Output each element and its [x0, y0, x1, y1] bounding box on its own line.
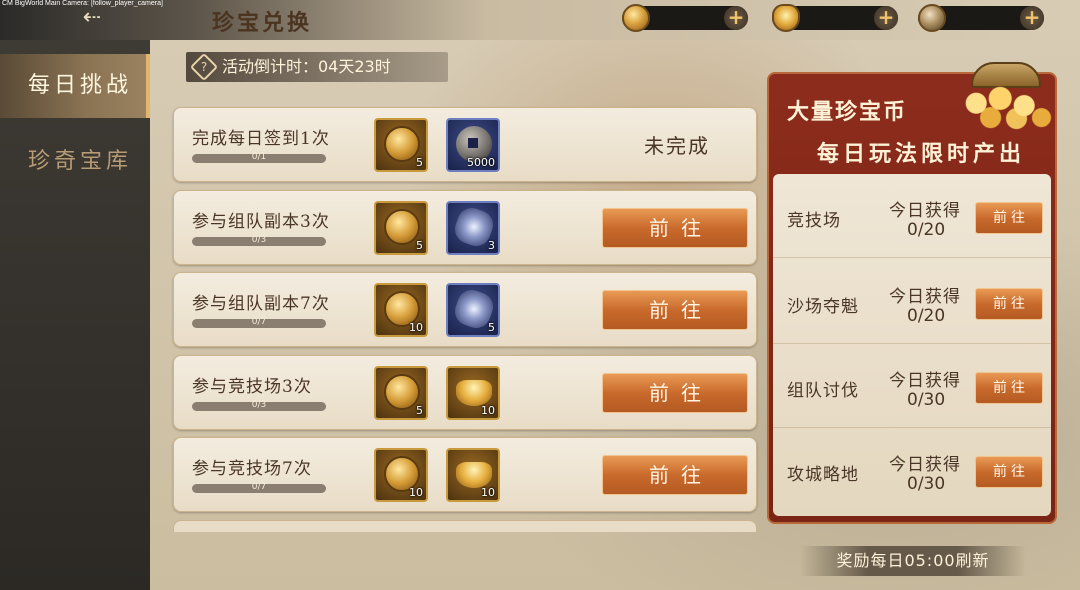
today-earned-count: 0/30 [907, 474, 946, 494]
go-button[interactable]: 前往 [975, 456, 1043, 488]
source-name: 组队讨伐 [787, 381, 859, 401]
source-name: 沙场夺魁 [787, 297, 859, 317]
reward-quantity: 10 [481, 404, 495, 417]
go-button[interactable]: 前往 [602, 290, 748, 330]
reward-slot[interactable]: 5 [374, 118, 428, 172]
page-title: 珍宝兑换 [212, 10, 313, 36]
currency-ancient-coin: + [918, 4, 1044, 32]
task-progress-text: 0/1 [251, 152, 267, 162]
task-name: 参与组队副本7次 [192, 294, 330, 314]
reward-quantity: 5000 [467, 156, 495, 169]
reward-quantity: 3 [488, 239, 495, 252]
ancient-coin-icon [918, 4, 946, 32]
today-earned-count: 0/20 [907, 306, 946, 326]
task-status: 未完成 [644, 134, 710, 158]
task-progress-text: 0/7 [251, 482, 267, 492]
reward-slot[interactable]: 10 [374, 448, 428, 502]
refresh-notice: 奖励每日05:00刷新 [800, 546, 1026, 576]
task-row: 参与组队副本7次 0/7 10 5 前往 [173, 272, 757, 347]
event-countdown: ? 活动倒计时：04天23时 [186, 52, 448, 82]
reward-slot[interactable]: 10 [374, 283, 428, 337]
add-ancient-coin-button[interactable]: + [1020, 6, 1044, 30]
reward-slot[interactable]: 5 [374, 366, 428, 420]
tab-rare-treasury[interactable]: 珍奇宝库 [0, 130, 150, 194]
source-name: 攻城略地 [787, 465, 859, 485]
task-progress-text: 0/3 [251, 400, 267, 410]
countdown-text: 活动倒计时：04天23时 [222, 57, 391, 76]
task-row: 参与组队副本3次 0/3 5 3 前往 [173, 190, 757, 265]
go-button[interactable]: 前往 [975, 202, 1043, 234]
reward-quantity: 5 [416, 156, 423, 169]
task-progress-text: 0/7 [251, 317, 267, 327]
debug-label: CM BigWorld Main Camera: [follow_player_… [2, 0, 163, 7]
sidebar: 每日挑战 珍奇宝库 [0, 40, 150, 590]
reward-slot[interactable]: 5 [446, 283, 500, 337]
task-row: 参与竞技场3次 0/3 5 10 前往 [173, 355, 757, 430]
task-name: 参与竞技场3次 [192, 377, 312, 397]
reward-slot[interactable]: 10 [446, 448, 500, 502]
treasure-chest-icon [957, 62, 1053, 132]
task-name: 参与竞技场7次 [192, 459, 312, 479]
task-row: 参与竞技场7次 0/7 10 10 前往 [173, 437, 757, 512]
today-earned-label: 今日获得 [889, 371, 961, 391]
today-earned-label: 今日获得 [889, 201, 961, 221]
source-name: 竞技场 [787, 211, 841, 231]
reward-slot[interactable]: 5 [374, 201, 428, 255]
reward-quantity: 5 [416, 239, 423, 252]
go-button[interactable]: 前往 [602, 208, 748, 248]
reward-quantity: 10 [409, 486, 423, 499]
panel-title: 大量珍宝币 [787, 99, 908, 125]
back-arrow-icon[interactable]: ⇠ [70, 6, 114, 30]
treasure-source-panel: 大量珍宝币 每日玩法限时产出 竞技场 今日获得 0/20 前往 沙场夺魁 今日获… [767, 62, 1057, 524]
today-earned-count: 0/30 [907, 390, 946, 410]
today-earned-count: 0/20 [907, 220, 946, 240]
today-earned-label: 今日获得 [889, 455, 961, 475]
tab-daily-challenge[interactable]: 每日挑战 [0, 54, 150, 118]
reward-quantity: 5 [416, 404, 423, 417]
today-earned-label: 今日获得 [889, 287, 961, 307]
panel-subtitle: 每日玩法限时产出 [817, 141, 1026, 167]
task-name: 参与组队副本3次 [192, 212, 330, 232]
treasure-coin-icon [384, 209, 420, 245]
task-row-partial [173, 520, 757, 532]
add-gold-ingot-button[interactable]: + [874, 6, 898, 30]
reward-slot[interactable]: 5000 [446, 118, 500, 172]
list-item: 沙场夺魁 今日获得 0/20 前往 [773, 260, 1051, 344]
add-treasure-coin-button[interactable]: + [724, 6, 748, 30]
source-list: 竞技场 今日获得 0/20 前往 沙场夺魁 今日获得 0/20 前往 组队讨伐 … [773, 174, 1051, 516]
list-item: 攻城略地 今日获得 0/30 前往 [773, 428, 1051, 512]
reward-quantity: 10 [481, 486, 495, 499]
treasure-coin-icon [384, 126, 420, 162]
list-item: 组队讨伐 今日获得 0/30 前往 [773, 344, 1051, 428]
go-button[interactable]: 前往 [602, 373, 748, 413]
treasure-coin-icon [384, 374, 420, 410]
go-button[interactable]: 前往 [602, 455, 748, 495]
go-button[interactable]: 前往 [975, 288, 1043, 320]
gold-ingot-icon [456, 380, 492, 406]
reward-quantity: 10 [409, 321, 423, 334]
reward-slot[interactable]: 3 [446, 201, 500, 255]
gold-ingot-icon [456, 462, 492, 488]
reward-quantity: 5 [488, 321, 495, 334]
task-name: 完成每日签到1次 [192, 129, 330, 149]
currency-treasure-coin: + [622, 4, 748, 32]
list-item: 竞技场 今日获得 0/20 前往 [773, 174, 1051, 258]
reward-slot[interactable]: 10 [446, 366, 500, 420]
task-row: 完成每日签到1次 0/1 5 5000 未完成 [173, 107, 757, 182]
help-icon[interactable]: ? [189, 52, 219, 82]
go-button[interactable]: 前往 [975, 372, 1043, 404]
gold-ingot-icon [772, 4, 800, 32]
task-progress-text: 0/3 [251, 235, 267, 245]
treasure-coin-icon [622, 4, 650, 32]
currency-gold-ingot: + [772, 4, 898, 32]
